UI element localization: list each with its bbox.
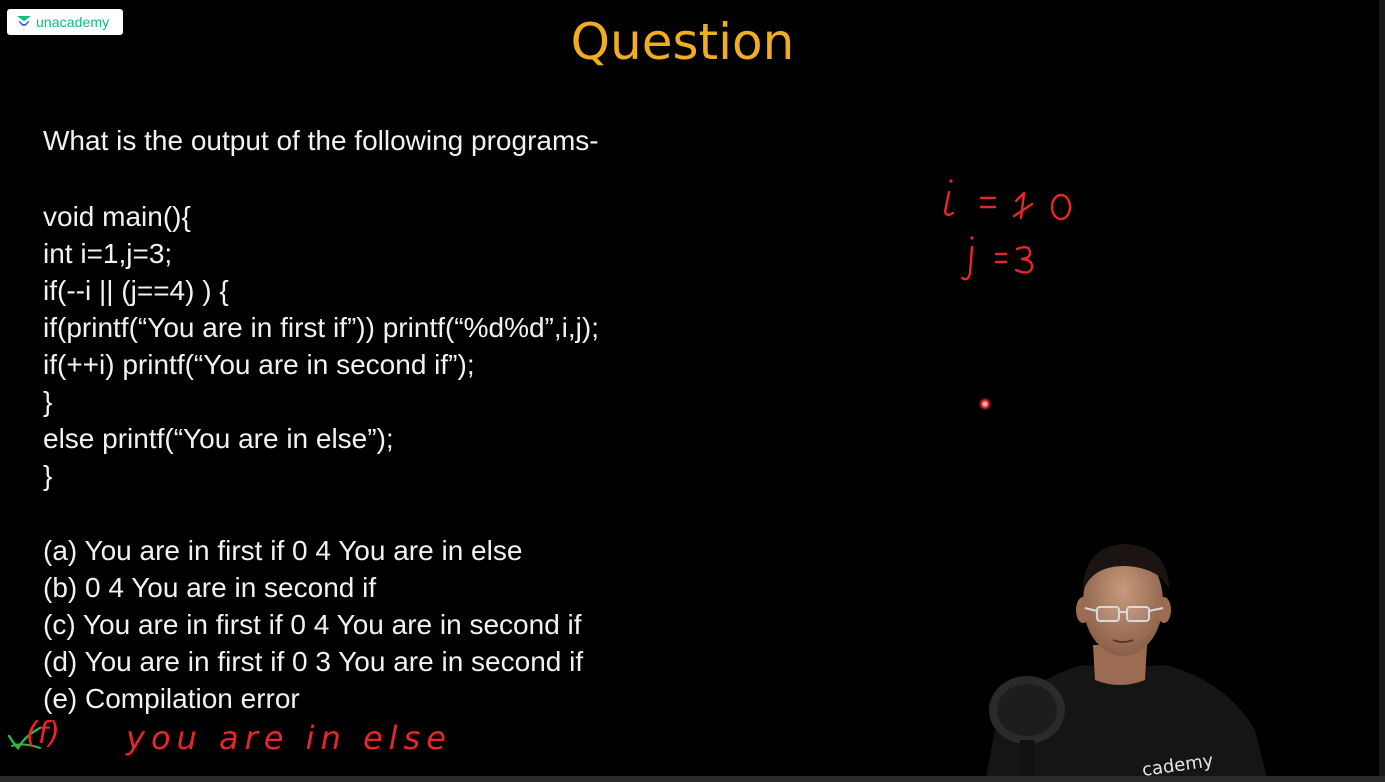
check-mark-icon xyxy=(7,726,42,750)
right-edge-strip xyxy=(1379,0,1385,782)
answer-f-label: (f) xyxy=(26,716,60,751)
code-line: void main(){ xyxy=(43,201,191,232)
code-line: if(printf(“You are in first if”)) printf… xyxy=(43,312,599,343)
question-text: What is the output of the following prog… xyxy=(43,125,599,156)
slide-title: Question xyxy=(570,13,795,71)
option-a: (a) You are in first if 0 4 You are in e… xyxy=(43,535,523,566)
option-b: (b) 0 4 You are in second if xyxy=(43,572,377,603)
option-c: (c) You are in first if 0 4 You are in s… xyxy=(43,609,582,640)
code-line: } xyxy=(43,386,53,417)
lecture-slide-frame: unacademy Question What is the output of… xyxy=(0,0,1385,782)
option-e: (e) Compilation error xyxy=(43,683,300,714)
instructor-webcam: cademy xyxy=(965,540,1268,782)
code-line: if(++i) printf(“You are in second if”); xyxy=(43,349,475,380)
code-block: void main(){ int i=1,j=3; if(--i || (j==… xyxy=(43,198,599,494)
code-line: int i=1,j=3; xyxy=(43,238,173,269)
option-d: (d) You are in first if 0 3 You are in s… xyxy=(43,646,584,677)
answer-f-text: you are in else xyxy=(125,719,452,757)
laser-pointer xyxy=(979,398,991,410)
j-value-note xyxy=(960,236,1034,281)
code-line: if(--i || (j==4) ) { xyxy=(43,275,229,306)
code-line: } xyxy=(43,460,53,491)
i-value-note xyxy=(943,179,1072,221)
bottom-edge-strip xyxy=(0,776,1385,782)
instructor-figure: cademy xyxy=(985,544,1268,782)
answer-options: (a) You are in first if 0 4 You are in e… xyxy=(43,532,583,717)
code-line: else printf(“You are in else”); xyxy=(43,423,394,454)
